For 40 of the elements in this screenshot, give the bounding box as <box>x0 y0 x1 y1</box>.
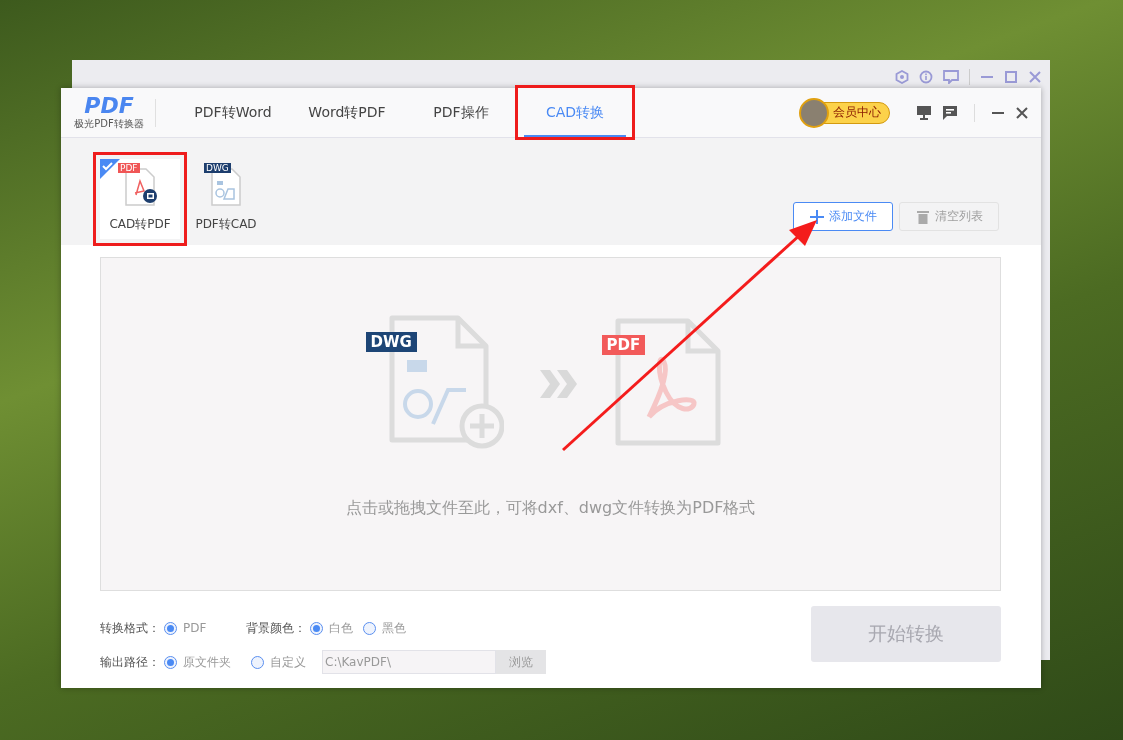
option-label: 转换格式： <box>100 619 160 637</box>
radio-option[interactable]: PDF <box>164 621 207 635</box>
file-type-badge: PDF <box>601 335 646 355</box>
radio-button[interactable] <box>251 655 264 669</box>
logo-subtitle: 极光PDF转换器 <box>74 116 144 131</box>
add-file-button[interactable]: 添加文件 <box>793 202 893 231</box>
radio-button[interactable] <box>164 655 177 669</box>
tab[interactable]: PDF操作 <box>404 88 518 137</box>
mode-option[interactable]: DWG PDF转CAD <box>186 159 266 239</box>
file-type-badge: DWG <box>204 163 231 173</box>
file-type-badge: PDF <box>118 163 140 173</box>
radio-button[interactable] <box>363 621 377 635</box>
mode-option[interactable]: PDF CAD转PDF <box>100 159 180 239</box>
radio-option[interactable]: 白色 <box>310 619 354 637</box>
drop-hint-text: 点击或拖拽文件至此，可将dxf、dwg文件转换为PDF格式 <box>345 498 756 519</box>
tab[interactable]: CAD转换 <box>518 88 632 137</box>
tab[interactable]: PDF转Word <box>176 88 290 137</box>
check-corner-icon <box>100 159 120 179</box>
monitor-icon[interactable] <box>916 104 932 121</box>
radio-button[interactable] <box>164 621 177 635</box>
info-icon[interactable] <box>919 70 933 84</box>
radio-button[interactable] <box>310 621 324 635</box>
option-label: 输出路径： <box>100 653 160 671</box>
drop-zone[interactable]: DWG PDF 点击或拖拽文件至此，可将dxf、dwg文件转换为PDF格式 <box>100 257 1001 591</box>
double-chevron-icon <box>539 370 578 398</box>
tab[interactable]: Word转PDF <box>290 88 404 137</box>
radio-option[interactable]: 原文件夹 <box>164 653 231 671</box>
radio-option[interactable]: 自定义 <box>251 653 306 671</box>
chat-icon[interactable] <box>943 70 959 84</box>
maximize-icon[interactable] <box>1004 70 1018 84</box>
option-label: 背景颜色： <box>246 619 307 637</box>
hexagon-icon[interactable] <box>895 70 909 84</box>
plus-icon <box>809 209 824 224</box>
close-icon[interactable] <box>1015 105 1029 120</box>
radio-option[interactable]: 黑色 <box>363 619 407 637</box>
file-type-badge: DWG <box>365 332 417 352</box>
output-path-field[interactable]: C:\KavPDF\ <box>322 650 496 674</box>
trash-icon <box>915 209 930 224</box>
logo-text: PDF <box>84 94 134 117</box>
message-icon[interactable] <box>942 104 958 121</box>
